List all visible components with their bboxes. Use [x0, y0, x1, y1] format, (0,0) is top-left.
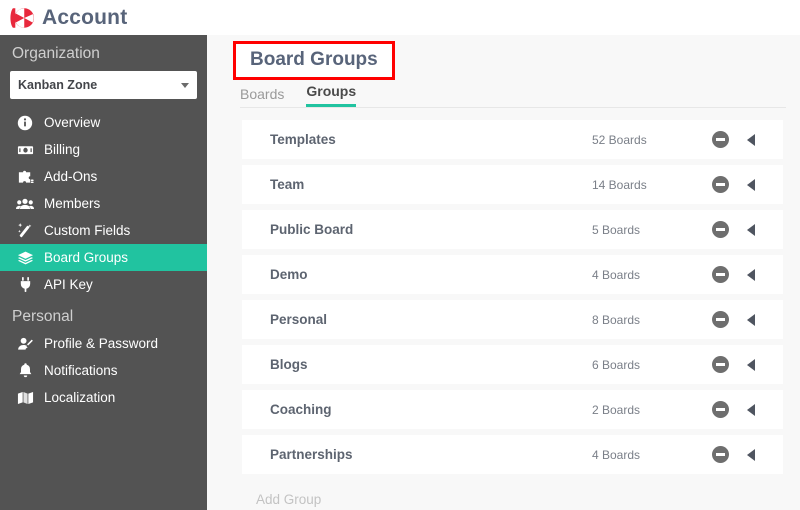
group-board-count: 52 Boards — [592, 132, 647, 147]
tab-boards[interactable]: Boards — [240, 86, 284, 107]
group-name: Partnerships — [270, 447, 353, 462]
tab-groups[interactable]: Groups — [306, 83, 357, 107]
sidebar-item-label: Profile & Password — [44, 336, 159, 351]
table-row[interactable]: Team 14 Boards — [242, 165, 783, 204]
group-name: Coaching — [270, 402, 332, 417]
plug-icon — [16, 276, 34, 294]
group-board-count: 5 Boards — [592, 222, 641, 237]
group-name: Personal — [270, 312, 328, 327]
group-name: Public Board — [270, 222, 354, 237]
group-board-count: 6 Boards — [592, 357, 641, 372]
table-row[interactable]: Public Board 5 Boards — [242, 210, 783, 249]
minus-circle-icon[interactable] — [712, 311, 729, 328]
account-settings-page: Account Organization Kanban Zone Overvie… — [0, 0, 800, 510]
banknote-icon — [16, 141, 34, 159]
sidebar-item-label: Overview — [44, 115, 101, 130]
organization-selector-value: Kanban Zone — [18, 78, 98, 92]
triangle-left-icon[interactable] — [747, 403, 755, 416]
layers-icon — [16, 249, 34, 267]
sidebar-section-organization-label: Organization — [12, 45, 100, 62]
board-groups-list: Templates 52 Boards Team 14 Boards Publi… — [242, 120, 783, 507]
sidebar-item-members[interactable]: Members — [0, 190, 207, 217]
triangle-left-icon[interactable] — [747, 313, 755, 326]
triangle-left-icon[interactable] — [747, 448, 755, 461]
group-board-count: 14 Boards — [592, 177, 647, 192]
minus-circle-icon[interactable] — [712, 131, 729, 148]
triangle-left-icon[interactable] — [747, 178, 755, 191]
group-board-count: 4 Boards — [592, 267, 641, 282]
sidebar-item-label: API Key — [44, 277, 93, 292]
sidebar-item-billing[interactable]: Billing — [0, 136, 207, 163]
sidebar-item-profile-password[interactable]: Profile & Password — [0, 330, 207, 357]
sidebar-item-api-key[interactable]: API Key — [0, 271, 207, 298]
row-actions — [712, 311, 783, 328]
table-row[interactable]: Coaching 2 Boards — [242, 390, 783, 429]
minus-circle-icon[interactable] — [712, 176, 729, 193]
kanbanzone-logo-icon — [8, 5, 34, 31]
sidebar-item-label: Custom Fields — [44, 223, 131, 238]
sidebar-item-notifications[interactable]: Notifications — [0, 357, 207, 384]
row-actions — [712, 176, 783, 193]
group-name: Templates — [270, 132, 336, 147]
table-row[interactable]: Demo 4 Boards — [242, 255, 783, 294]
minus-circle-icon[interactable] — [712, 266, 729, 283]
row-actions — [712, 131, 783, 148]
row-actions — [712, 221, 783, 238]
sidebar: Organization Kanban Zone Overview Billin… — [0, 35, 207, 510]
page-title-highlight-box: Board Groups — [233, 41, 395, 80]
sidebar-item-label: Notifications — [44, 363, 118, 378]
sidebar-item-custom-fields[interactable]: Custom Fields — [0, 217, 207, 244]
minus-circle-icon[interactable] — [712, 401, 729, 418]
organization-selector[interactable]: Kanban Zone — [10, 71, 197, 99]
bell-icon — [16, 362, 34, 380]
users-icon — [16, 195, 34, 213]
group-name: Blogs — [270, 357, 308, 372]
group-name: Team — [270, 177, 305, 192]
page-title-account: Account — [42, 5, 128, 29]
page-title-board-groups: Board Groups — [233, 41, 395, 80]
row-actions — [712, 266, 783, 283]
sidebar-item-label: Members — [44, 196, 101, 211]
row-actions — [712, 401, 783, 418]
main-content: Board Groups Boards Groups Templates 52 … — [207, 35, 800, 510]
map-icon — [16, 389, 34, 407]
sidebar-item-label: Localization — [44, 390, 116, 405]
minus-circle-icon[interactable] — [712, 221, 729, 238]
group-board-count: 4 Boards — [592, 447, 641, 462]
sidebar-item-board-groups[interactable]: Board Groups — [0, 244, 207, 271]
triangle-left-icon[interactable] — [747, 133, 755, 146]
row-actions — [712, 356, 783, 373]
minus-circle-icon[interactable] — [712, 356, 729, 373]
sidebar-item-add-ons[interactable]: Add-Ons — [0, 163, 207, 190]
triangle-left-icon[interactable] — [747, 358, 755, 371]
sidebar-item-label: Board Groups — [44, 250, 129, 265]
magic-wand-icon — [16, 222, 34, 240]
puzzle-piece-icon — [16, 168, 34, 186]
triangle-left-icon[interactable] — [747, 223, 755, 236]
user-edit-icon — [16, 335, 34, 353]
table-row[interactable]: Personal 8 Boards — [242, 300, 783, 339]
triangle-left-icon[interactable] — [747, 268, 755, 281]
add-group-input[interactable]: Add Group — [242, 480, 783, 507]
sidebar-item-overview[interactable]: Overview — [0, 109, 207, 136]
sidebar-item-label: Add-Ons — [44, 169, 98, 184]
minus-circle-icon[interactable] — [712, 446, 729, 463]
table-row[interactable]: Templates 52 Boards — [242, 120, 783, 159]
group-name: Demo — [270, 267, 308, 282]
table-row[interactable]: Partnerships 4 Boards — [242, 435, 783, 474]
group-board-count: 8 Boards — [592, 312, 641, 327]
row-actions — [712, 446, 783, 463]
info-circle-icon — [16, 114, 34, 132]
sidebar-item-label: Billing — [44, 142, 81, 157]
sidebar-item-localization[interactable]: Localization — [0, 384, 207, 411]
tab-bar: Boards Groups — [240, 82, 786, 108]
group-board-count: 2 Boards — [592, 402, 641, 417]
chevron-down-icon — [181, 82, 189, 88]
table-row[interactable]: Blogs 6 Boards — [242, 345, 783, 384]
sidebar-section-personal-label: Personal — [12, 308, 74, 325]
app-header: Account — [0, 0, 800, 35]
